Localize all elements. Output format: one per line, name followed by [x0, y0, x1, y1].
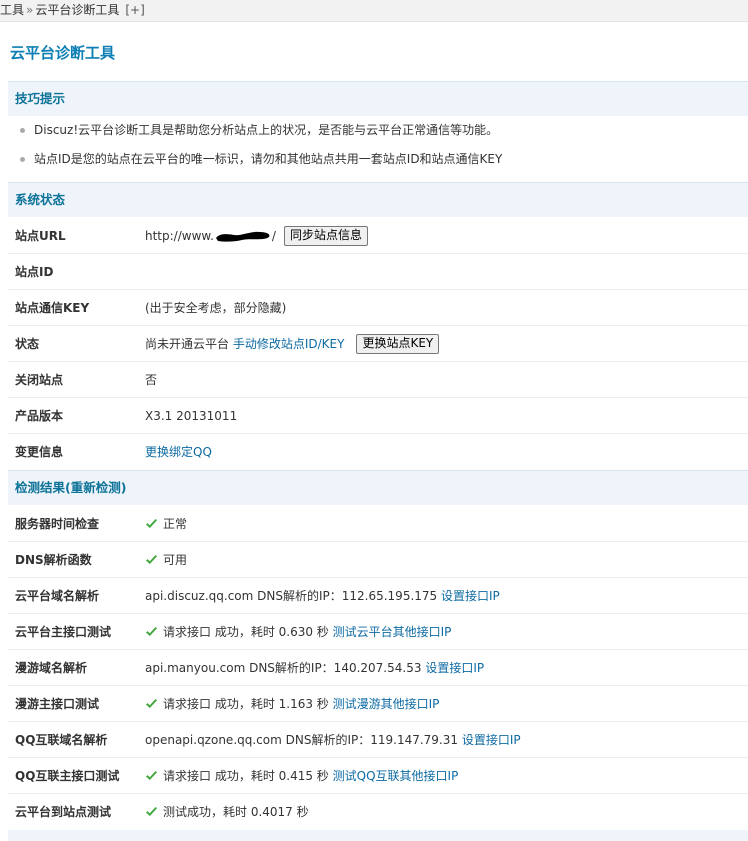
page-title: 云平台诊断工具	[10, 44, 116, 62]
manyou-dns-text: api.manyou.com DNS解析的IP：140.207.54.53	[145, 661, 422, 675]
manyou-api-label: 漫游主接口测试	[15, 697, 100, 711]
cloud-dns-value: api.discuz.qq.com DNS解析的IP：112.65.195.17…	[145, 578, 500, 614]
check-icon	[146, 806, 157, 816]
row-dns-function: DNS解析函数 可用	[8, 542, 748, 578]
qq-dns-text: openapi.qzone.qq.com DNS解析的IP：119.147.79…	[145, 733, 459, 747]
tip-text: Discuz!云平台诊断工具是帮助您分析站点上的状况，是否能与云平台正常通信等功…	[34, 123, 499, 137]
row-site-id: 站点ID	[8, 254, 748, 290]
test-manyou-ip-link[interactable]: 测试漫游其他接口IP	[333, 697, 440, 711]
site-id-label: 站点ID	[15, 265, 54, 279]
cloud-site-value: 测试成功，耗时 0.4017 秒	[145, 794, 309, 830]
cloud-api-value: 请求接口 成功，耗时 0.630 秒 测试云平台其他接口IP	[145, 614, 451, 650]
qq-dns-value: openapi.qzone.qq.com DNS解析的IP：119.147.79…	[145, 722, 521, 758]
check-icon	[146, 626, 157, 636]
change-site-key-button[interactable]: 更换站点KEY	[356, 333, 440, 354]
check-icon	[146, 518, 157, 528]
site-url-text: http://www.	[145, 229, 214, 243]
bullet-icon	[20, 128, 25, 133]
breadcrumb-item-tools[interactable]: 工具	[0, 3, 24, 17]
change-info-value: 更换绑定QQ	[145, 434, 212, 470]
breadcrumb-separator: »	[26, 3, 34, 17]
row-server-time: 服务器时间检查 正常	[8, 506, 748, 542]
cloud-dns-label: 云平台域名解析	[15, 589, 100, 603]
row-site-closed: 关闭站点 否	[8, 362, 748, 398]
breadcrumb: 工具» 云平台诊断工具 [+]	[0, 0, 748, 22]
manyou-api-text: 请求接口 成功，耗时 1.163 秒	[163, 697, 329, 711]
tip-item: 站点ID是您的站点在云平台的唯一标识，请勿和其他站点共用一套站点ID和站点通信K…	[8, 146, 748, 173]
cloud-api-label: 云平台主接口测试	[15, 625, 112, 639]
row-change-info: 变更信息 更换绑定QQ	[8, 434, 748, 470]
breadcrumb-current: 云平台诊断工具	[35, 3, 120, 17]
tip-item: Discuz!云平台诊断工具是帮助您分析站点上的状况，是否能与云平台正常通信等功…	[8, 117, 748, 144]
set-manyou-ip-link[interactable]: 设置接口IP	[425, 661, 484, 675]
version-label: 产品版本	[15, 409, 64, 423]
cloud-site-label: 云平台到站点测试	[15, 805, 112, 819]
results-header[interactable]: 检测结果(重新检测)	[8, 470, 748, 505]
status-value: 尚未开通云平台 手动修改站点ID/KEY 更换站点KEY	[145, 326, 440, 362]
server-time-value: 正常	[145, 506, 187, 542]
qq-api-text: 请求接口 成功，耗时 0.415 秒	[163, 769, 329, 783]
manyou-dns-label: 漫游域名解析	[15, 661, 88, 675]
version-value: X3.1 20131011	[145, 409, 238, 423]
site-url-label: 站点URL	[15, 229, 66, 243]
cloud-api-text: 请求接口 成功，耗时 0.630 秒	[163, 625, 329, 639]
breadcrumb-toggle[interactable]: [+]	[125, 3, 144, 17]
change-qq-link[interactable]: 更换绑定QQ	[145, 445, 212, 459]
dns-function-text: 可用	[163, 553, 188, 567]
row-status: 状态 尚未开通云平台 手动修改站点ID/KEY 更换站点KEY	[8, 326, 748, 362]
check-icon	[146, 698, 157, 708]
sync-site-button[interactable]: 同步站点信息	[283, 225, 368, 246]
site-closed-value: 否	[145, 373, 158, 387]
check-icon	[146, 770, 157, 780]
edit-site-key-link[interactable]: 手动修改站点ID/KEY	[233, 337, 345, 351]
cloud-dns-text: api.discuz.qq.com DNS解析的IP：112.65.195.17…	[145, 589, 438, 603]
site-key-label: 站点通信KEY	[15, 301, 90, 315]
site-url-tail: /	[271, 229, 276, 243]
test-cloud-ip-link[interactable]: 测试云平台其他接口IP	[333, 625, 452, 639]
status-text: 尚未开通云平台	[145, 337, 230, 351]
row-manyou-dns: 漫游域名解析 api.manyou.com DNS解析的IP：140.207.5…	[8, 650, 748, 686]
row-manyou-api: 漫游主接口测试 请求接口 成功，耗时 1.163 秒 测试漫游其他接口IP	[8, 686, 748, 722]
test-qq-ip-link[interactable]: 测试QQ互联其他接口IP	[333, 769, 459, 783]
row-cloud-dns: 云平台域名解析 api.discuz.qq.com DNS解析的IP：112.6…	[8, 578, 748, 614]
change-info-label: 变更信息	[15, 445, 64, 459]
row-version: 产品版本 X3.1 20131011	[8, 398, 748, 434]
row-cloud-api: 云平台主接口测试 请求接口 成功，耗时 0.630 秒 测试云平台其他接口IP	[8, 614, 748, 650]
system-status-header: 系统状态	[8, 182, 748, 217]
row-qq-api: QQ互联主接口测试 请求接口 成功，耗时 0.415 秒 测试QQ互联其他接口I…	[8, 758, 748, 794]
site-closed-label: 关闭站点	[15, 373, 64, 387]
manyou-dns-value: api.manyou.com DNS解析的IP：140.207.54.53 设置…	[145, 650, 484, 686]
server-time-text: 正常	[163, 517, 188, 531]
qq-dns-label: QQ互联域名解析	[15, 733, 108, 747]
set-qq-ip-link[interactable]: 设置接口IP	[462, 733, 521, 747]
site-url-value: http://www. / 同步站点信息	[145, 218, 368, 254]
site-key-value: (出于安全考虑，部分隐藏)	[145, 301, 287, 315]
server-time-label: 服务器时间检查	[15, 517, 100, 531]
dns-function-value: 可用	[145, 542, 187, 578]
qq-api-value: 请求接口 成功，耗时 0.415 秒 测试QQ互联其他接口IP	[145, 758, 458, 794]
cloud-site-text: 测试成功，耗时 0.4017 秒	[163, 805, 309, 819]
row-site-url: 站点URL http://www. / 同步站点信息	[8, 218, 748, 254]
status-label: 状态	[15, 337, 40, 351]
qq-api-label: QQ互联主接口测试	[15, 769, 120, 783]
tip-text: 站点ID是您的站点在云平台的唯一标识，请勿和其他站点共用一套站点ID和站点通信K…	[34, 152, 503, 166]
row-site-key: 站点通信KEY (出于安全考虑，部分隐藏)	[8, 290, 748, 326]
bullet-icon	[20, 157, 25, 162]
manyou-api-value: 请求接口 成功，耗时 1.163 秒 测试漫游其他接口IP	[145, 686, 439, 722]
redaction-mark	[215, 231, 270, 242]
table-footer	[8, 830, 748, 841]
row-cloud-site: 云平台到站点测试 测试成功，耗时 0.4017 秒	[8, 794, 748, 830]
check-icon	[146, 554, 157, 564]
row-qq-dns: QQ互联域名解析 openapi.qzone.qq.com DNS解析的IP：1…	[8, 722, 748, 758]
dns-function-label: DNS解析函数	[15, 553, 92, 567]
tips-header: 技巧提示	[8, 81, 748, 116]
set-cloud-ip-link[interactable]: 设置接口IP	[441, 589, 500, 603]
